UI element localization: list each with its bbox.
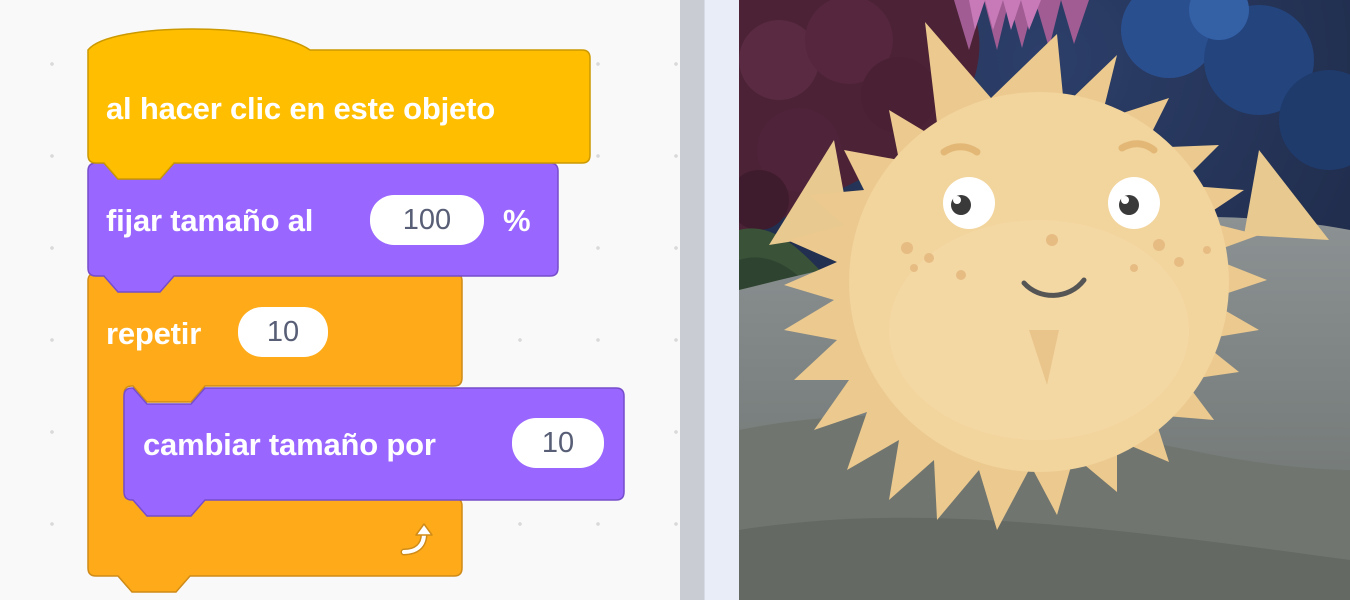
repeat-count-input[interactable]: 10: [238, 307, 328, 357]
code-area[interactable]: al hacer clic en este objeto fijar tamañ…: [0, 0, 680, 600]
script-blocks: [87, 28, 625, 593]
stage-canvas: [739, 0, 1350, 600]
panel-divider[interactable]: [680, 0, 704, 600]
set-size-label: fijar tamaño al: [106, 203, 314, 238]
stage-border: [704, 0, 739, 600]
set-size-value-input[interactable]: 100: [370, 195, 484, 245]
hat-block-label: al hacer clic en este objeto: [106, 91, 495, 126]
change-size-value: 10: [541, 426, 575, 459]
stage[interactable]: [739, 0, 1350, 600]
repeat-label: repetir: [106, 316, 202, 351]
set-size-unit: %: [503, 203, 531, 238]
change-size-label: cambiar tamaño por: [143, 427, 436, 462]
set-size-value: 100: [402, 203, 452, 236]
change-size-value-input[interactable]: 10: [512, 418, 604, 468]
loop-arrow-icon: [400, 523, 433, 556]
repeat-count-value: 10: [266, 315, 300, 348]
